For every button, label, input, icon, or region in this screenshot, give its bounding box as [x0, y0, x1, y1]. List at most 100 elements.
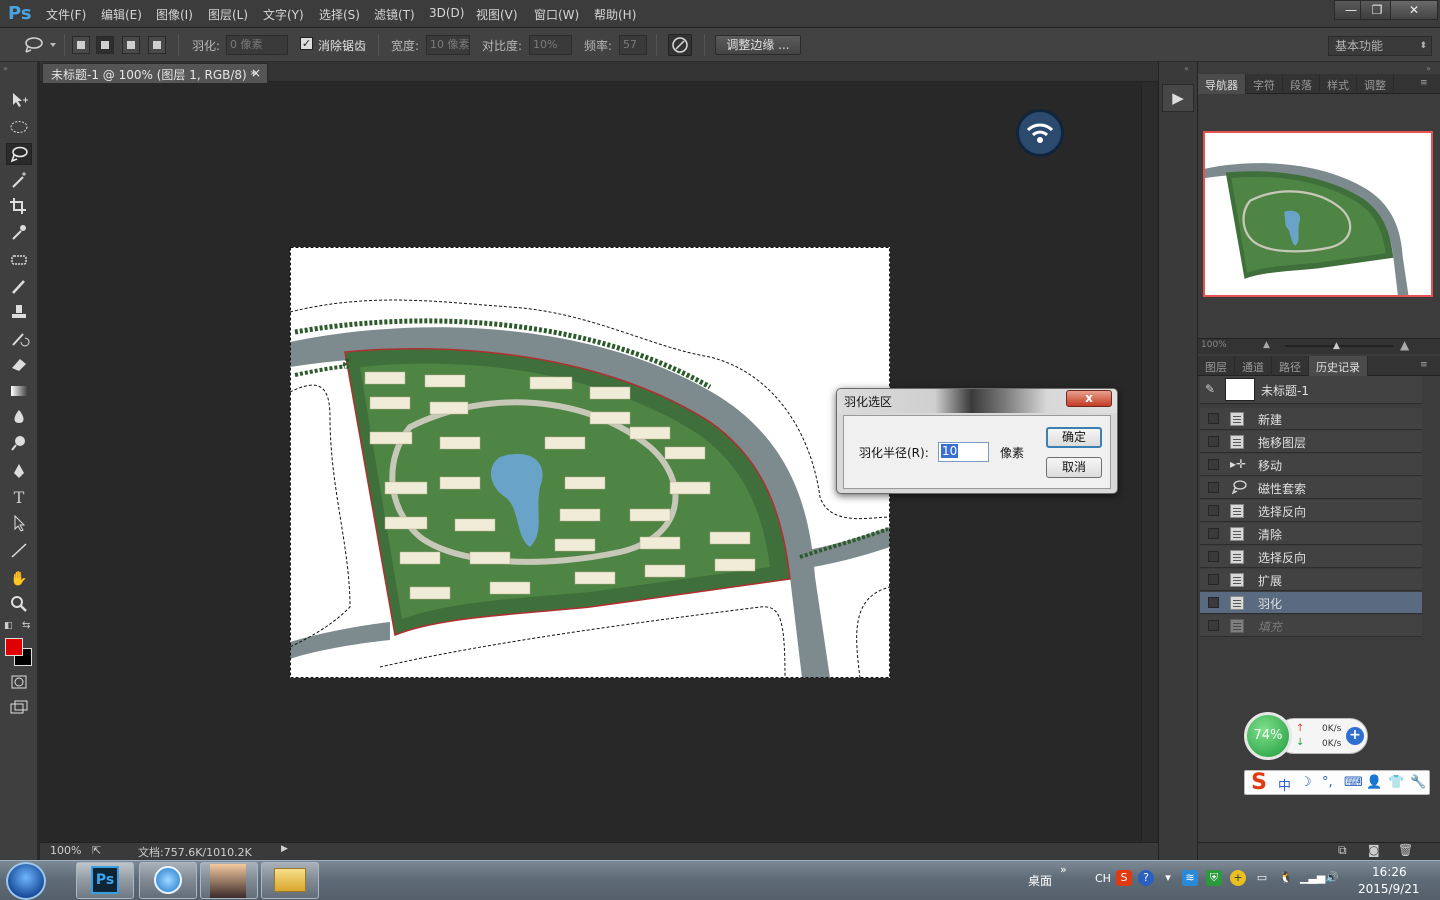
qq-penguin-icon[interactable]: 🐧 [1278, 870, 1294, 886]
sogou-logo-icon[interactable]: S [1246, 770, 1272, 795]
tool-preset-picker[interactable] [22, 35, 58, 55]
history-item[interactable]: 清除 [1200, 523, 1422, 545]
zoom-out-icon[interactable]: ▲ [1263, 340, 1270, 350]
status-menu-arrow-icon[interactable]: ▶ [281, 844, 288, 854]
menu-edit[interactable]: 编辑(E) [101, 6, 142, 23]
history-source-checkbox[interactable] [1208, 436, 1219, 447]
menu-layer[interactable]: 图层(L) [208, 6, 248, 23]
history-item[interactable]: 扩展 [1200, 569, 1422, 591]
signal-bars-icon[interactable]: ▁▃▅ [1300, 870, 1325, 886]
menu-3d[interactable]: 3D(D) [429, 6, 464, 20]
history-source-checkbox[interactable] [1208, 482, 1219, 493]
history-item[interactable]: 选择反向 [1200, 500, 1422, 522]
gradient-icon[interactable] [6, 381, 32, 403]
workspace-select[interactable]: 基本功能 ⬍ [1328, 36, 1432, 56]
tab-layers[interactable]: 图层 [1198, 356, 1235, 376]
document-tab[interactable]: 未标题-1 @ 100% (图层 1, RGB/8) * × [42, 63, 268, 83]
history-item[interactable]: 选择反向 [1200, 546, 1422, 568]
new-document-from-state-icon[interactable]: ⧉ [1338, 843, 1347, 858]
trash-icon[interactable]: 🗑 [1398, 843, 1413, 857]
menu-select[interactable]: 选择(S) [319, 6, 360, 23]
history-item[interactable]: 拖移图层 [1200, 431, 1422, 453]
vertical-scrollbar[interactable] [1141, 82, 1157, 842]
accelerate-icon[interactable]: + [1346, 727, 1364, 745]
navigator-preview[interactable] [1203, 131, 1433, 297]
expand-icon[interactable]: » [1426, 64, 1431, 73]
toolbar-expand-icon[interactable]: » [1060, 863, 1067, 876]
path-select-icon[interactable] [6, 513, 32, 535]
tab-styles[interactable]: 样式 [1320, 74, 1357, 94]
restore-button[interactable]: ❐ [1360, 0, 1394, 20]
history-source-checkbox[interactable] [1208, 551, 1219, 562]
language-indicator[interactable]: CH [1095, 872, 1111, 885]
zoom-slider-thumb[interactable]: ▲ [1333, 341, 1340, 351]
zoom-icon[interactable] [6, 594, 32, 616]
moon-icon[interactable]: ☽ [1300, 775, 1312, 790]
history-brush-source-icon[interactable]: ✎ [1205, 382, 1215, 396]
photoshop-logo[interactable]: Ps [8, 3, 32, 24]
history-source-checkbox[interactable] [1208, 459, 1219, 470]
intersect-selection-icon[interactable] [148, 36, 166, 54]
line-icon[interactable] [6, 540, 32, 562]
tab-navigator[interactable]: 导航器 [1198, 74, 1246, 94]
clock-date[interactable]: 2015/9/21 [1358, 882, 1420, 896]
wifi-icon[interactable] [1016, 109, 1064, 157]
move-icon[interactable] [6, 90, 32, 112]
eyedropper-icon[interactable] [6, 222, 32, 244]
collapse-icon[interactable]: « [1184, 64, 1189, 73]
frequency-input[interactable]: 57 [619, 35, 647, 55]
marquee-icon[interactable] [6, 117, 32, 139]
magnetic-lasso-icon[interactable] [6, 143, 32, 165]
type-icon[interactable]: T [6, 487, 32, 509]
history-source-checkbox[interactable] [1208, 597, 1219, 608]
history-item-dimmed[interactable]: 填充 [1200, 615, 1422, 637]
tab-history[interactable]: 历史记录 [1309, 356, 1368, 376]
new-selection-icon[interactable] [72, 36, 90, 54]
tray-expand-icon[interactable]: ▾ [1160, 870, 1176, 886]
memory-usage-circle[interactable]: 74% [1244, 712, 1292, 760]
screen-mode-icon[interactable] [6, 698, 32, 720]
document-canvas[interactable] [290, 247, 890, 678]
skin-icon[interactable]: 👕 [1388, 775, 1404, 790]
zoom-in-icon[interactable]: ▲ [1400, 338, 1409, 352]
menu-file[interactable]: 文件(F) [46, 6, 86, 23]
sogou-tray-icon[interactable]: S [1116, 870, 1132, 886]
menu-image[interactable]: 图像(I) [156, 6, 193, 23]
security-shield-icon[interactable]: ⛨ [1206, 870, 1222, 886]
cancel-button[interactable]: 取消 [1046, 457, 1102, 478]
foreground-color-swatch[interactable] [5, 638, 23, 656]
width-input[interactable]: 10 像素 [426, 35, 470, 55]
plus-app-icon[interactable]: + [1230, 870, 1246, 886]
history-source-checkbox[interactable] [1208, 505, 1219, 516]
history-item-selected[interactable]: 羽化 [1200, 592, 1422, 614]
collapse-icon[interactable]: » [3, 64, 8, 73]
history-source-checkbox[interactable] [1208, 413, 1219, 424]
clock-time[interactable]: 16:26 [1372, 865, 1407, 879]
panel-menu-icon[interactable]: ≡ [1420, 360, 1428, 370]
magic-wand-icon[interactable] [6, 170, 32, 192]
close-window-button[interactable]: ✕ [1390, 0, 1438, 20]
actions-play-icon[interactable]: ▶ [1162, 84, 1194, 112]
stamp-icon[interactable] [6, 302, 32, 324]
ok-button[interactable]: 确定 [1046, 427, 1102, 448]
antialias-checkbox[interactable]: ✓ [300, 37, 313, 50]
menu-window[interactable]: 窗口(W) [534, 6, 579, 23]
user-icon[interactable]: 👤 [1366, 775, 1382, 790]
dialog-close-button[interactable]: x [1066, 390, 1112, 407]
history-item[interactable]: 新建 [1200, 408, 1422, 430]
feather-radius-input[interactable]: 10 [938, 442, 989, 462]
panel-menu-icon[interactable]: ≡ [1420, 78, 1428, 88]
menu-help[interactable]: 帮助(H) [594, 6, 636, 23]
volume-icon[interactable]: 🔊 [1324, 870, 1340, 886]
start-button[interactable] [6, 862, 46, 900]
contrast-input[interactable]: 10% [529, 35, 572, 55]
export-icon[interactable]: ⇱ [92, 844, 101, 857]
history-source-checkbox[interactable] [1208, 620, 1219, 631]
quick-mask-icon[interactable] [6, 672, 32, 694]
eraser-icon[interactable] [6, 354, 32, 376]
tab-adjustments[interactable]: 调整 [1357, 74, 1394, 94]
history-brush-icon[interactable] [6, 328, 32, 350]
dodge-icon[interactable] [6, 433, 32, 455]
keyboard-icon[interactable]: ⌨ [1344, 775, 1363, 790]
crop-icon[interactable] [6, 196, 32, 218]
